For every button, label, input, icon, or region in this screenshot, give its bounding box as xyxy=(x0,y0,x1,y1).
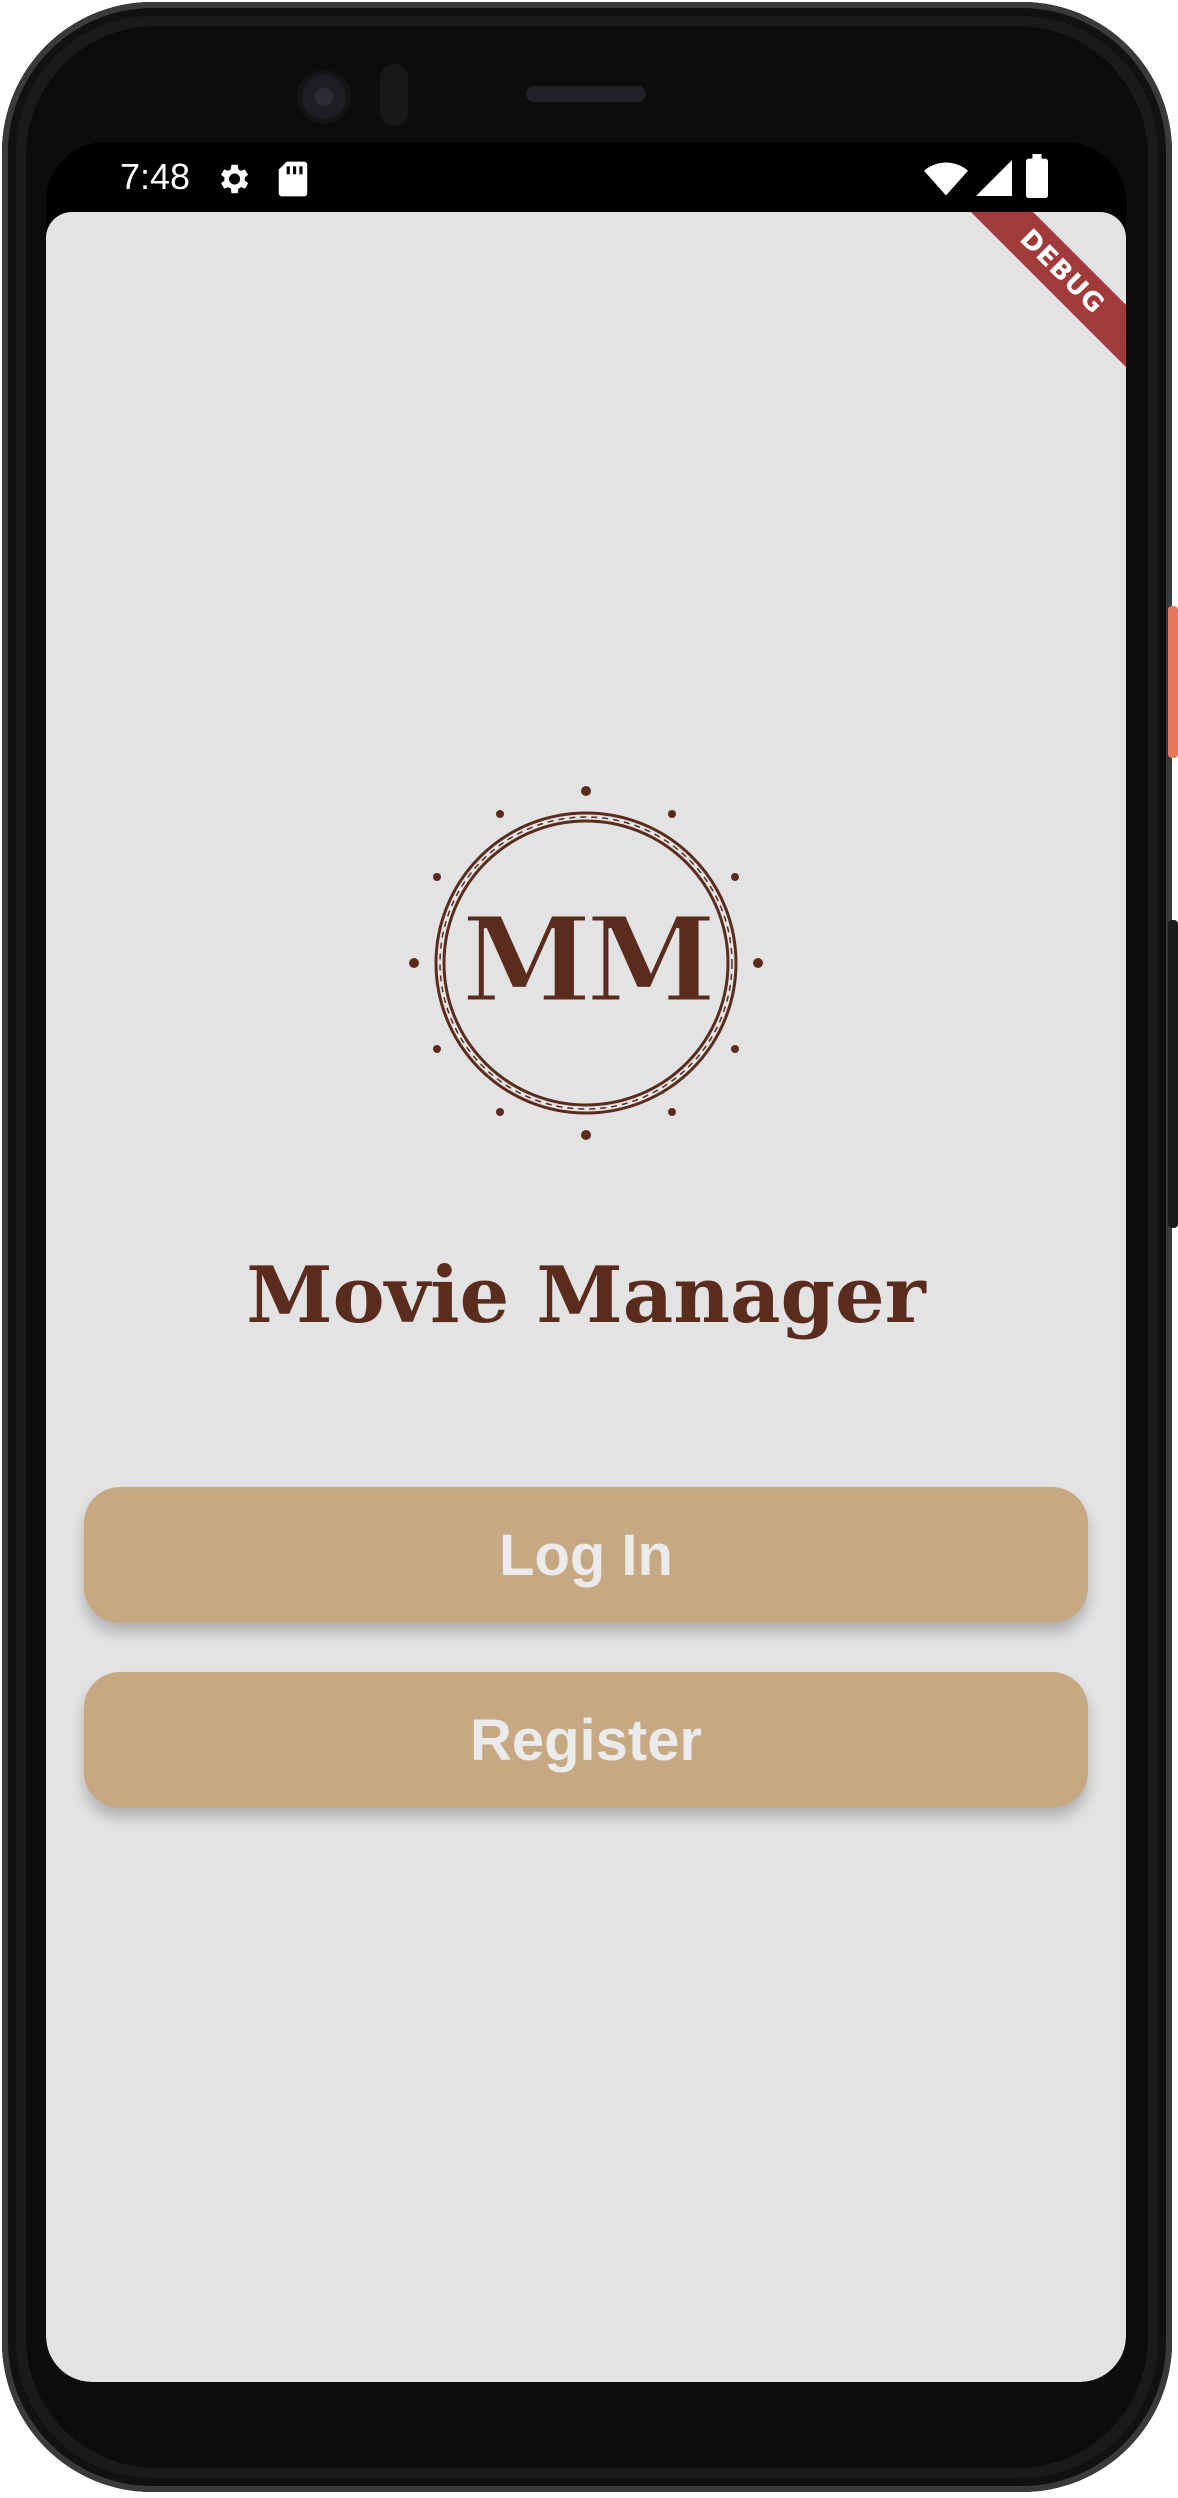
proximity-sensor xyxy=(380,64,408,126)
login-button[interactable]: Log In xyxy=(84,1487,1088,1623)
power-button xyxy=(1168,606,1178,758)
app-content: DEBUG MM Movie Manager Log In Register xyxy=(46,212,1126,2382)
app-logo: MM xyxy=(408,785,764,1141)
register-button[interactable]: Register xyxy=(84,1672,1088,1808)
screen: 7:48 DEBUG MM Movie Manager Log In Regis… xyxy=(46,142,1126,2382)
logo-monogram: MM xyxy=(461,890,712,1029)
status-bar: 7:48 xyxy=(46,142,1126,212)
volume-button xyxy=(1168,920,1178,1228)
front-camera xyxy=(297,70,351,124)
sd-card-icon xyxy=(276,160,310,202)
cell-signal-icon xyxy=(976,160,1012,200)
status-time: 7:48 xyxy=(120,156,191,197)
battery-icon xyxy=(1026,154,1048,202)
app-title: Movie Manager xyxy=(246,1250,926,1341)
gear-icon xyxy=(214,160,252,202)
earpiece-speaker xyxy=(526,86,646,102)
wifi-icon xyxy=(924,162,968,200)
debug-banner: DEBUG xyxy=(940,212,1126,394)
